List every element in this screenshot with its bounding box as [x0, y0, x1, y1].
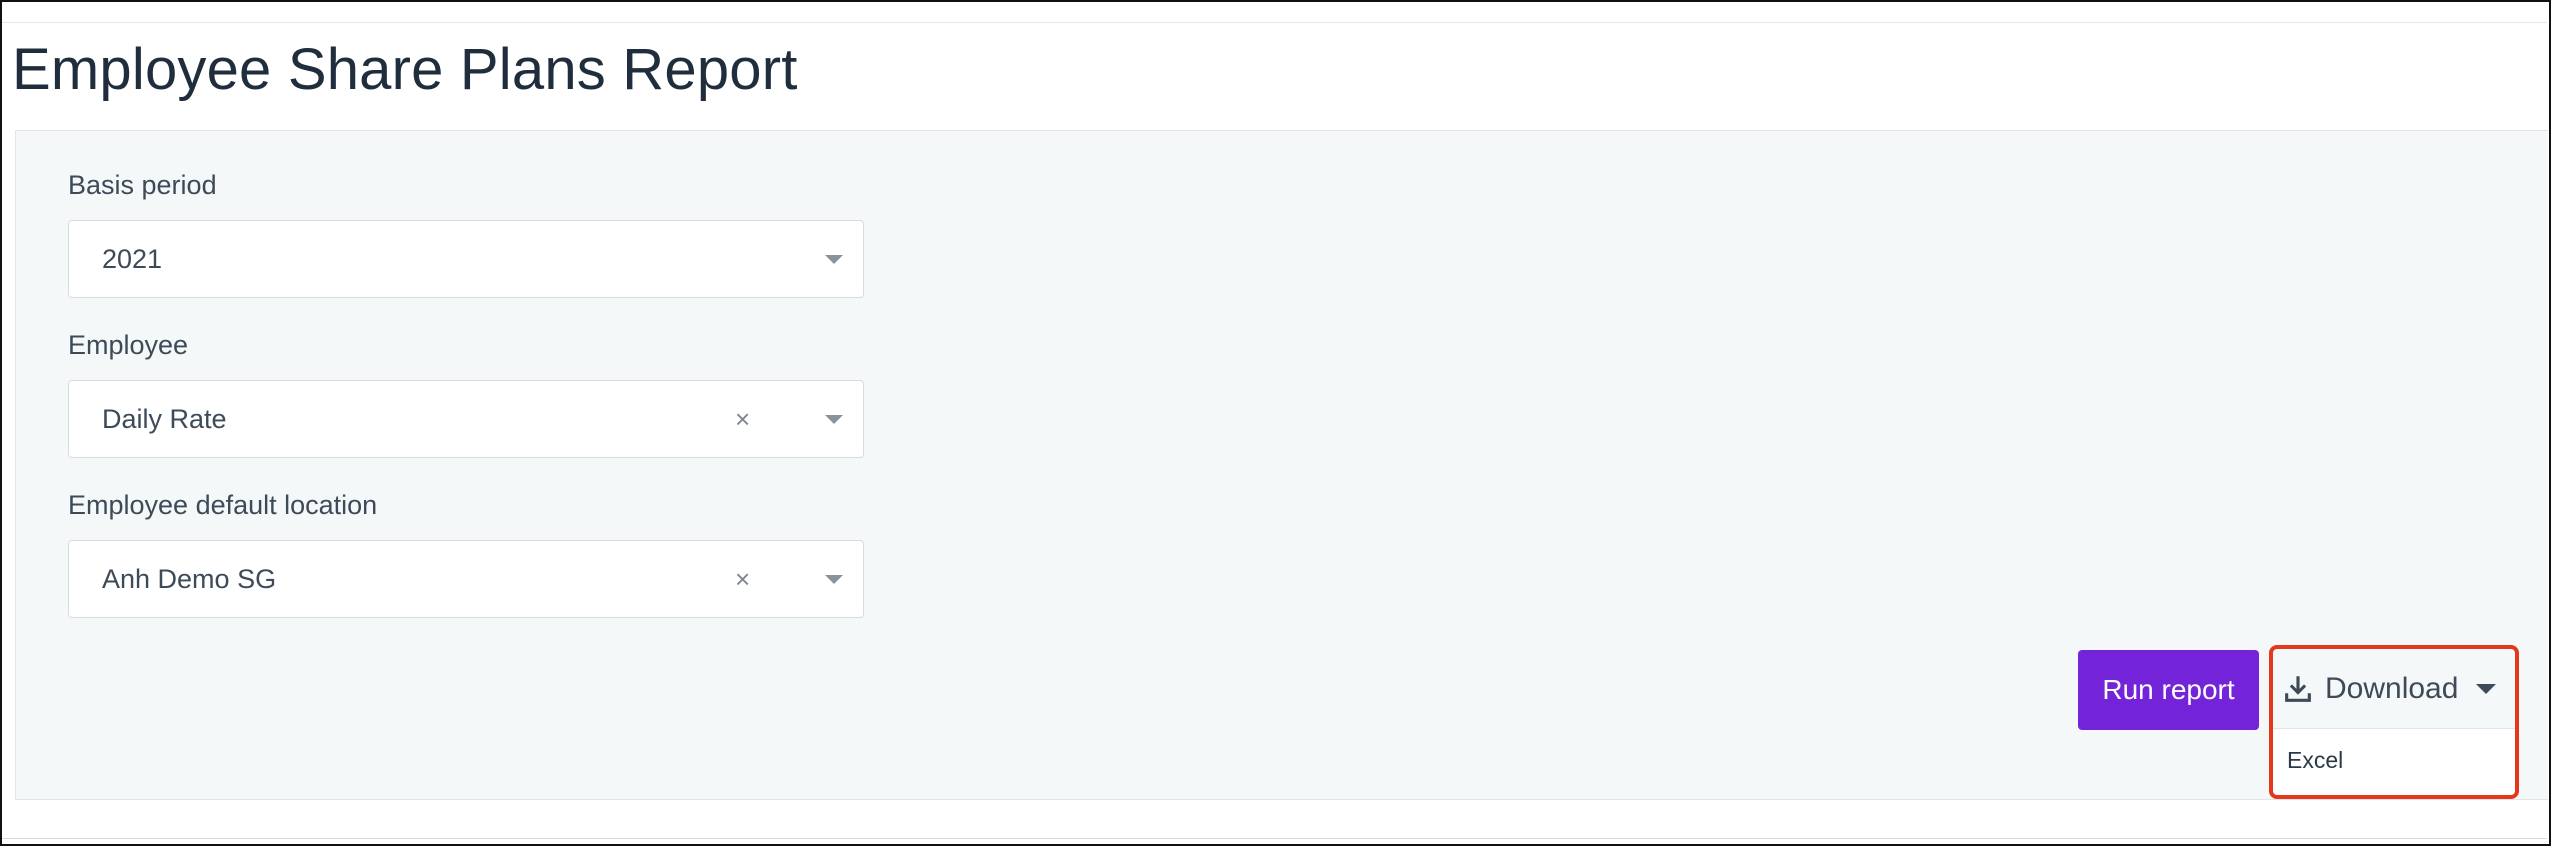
basis-period-value: 2021: [102, 244, 163, 274]
basis-period-label: Basis period: [68, 170, 217, 200]
location-label: Employee default location: [68, 490, 378, 520]
close-icon[interactable]: ×: [735, 541, 750, 617]
basis-period-select[interactable]: 2021: [68, 220, 864, 298]
chevron-down-icon[interactable]: [825, 415, 843, 424]
employee-select[interactable]: Daily Rate ×: [68, 380, 864, 458]
employee-label: Employee: [68, 330, 189, 360]
highlight-box: [2269, 645, 2519, 799]
chevron-down-icon[interactable]: [825, 255, 843, 264]
close-icon[interactable]: ×: [735, 381, 750, 457]
run-report-button[interactable]: Run report: [2078, 650, 2259, 730]
divider: [2, 838, 2547, 839]
location-select[interactable]: Anh Demo SG ×: [68, 540, 864, 618]
location-value: Anh Demo SG: [102, 564, 277, 594]
page-title: Employee Share Plans Report: [12, 37, 798, 102]
employee-value: Daily Rate: [102, 404, 227, 434]
chevron-down-icon[interactable]: [825, 575, 843, 584]
divider: [2, 22, 2547, 23]
